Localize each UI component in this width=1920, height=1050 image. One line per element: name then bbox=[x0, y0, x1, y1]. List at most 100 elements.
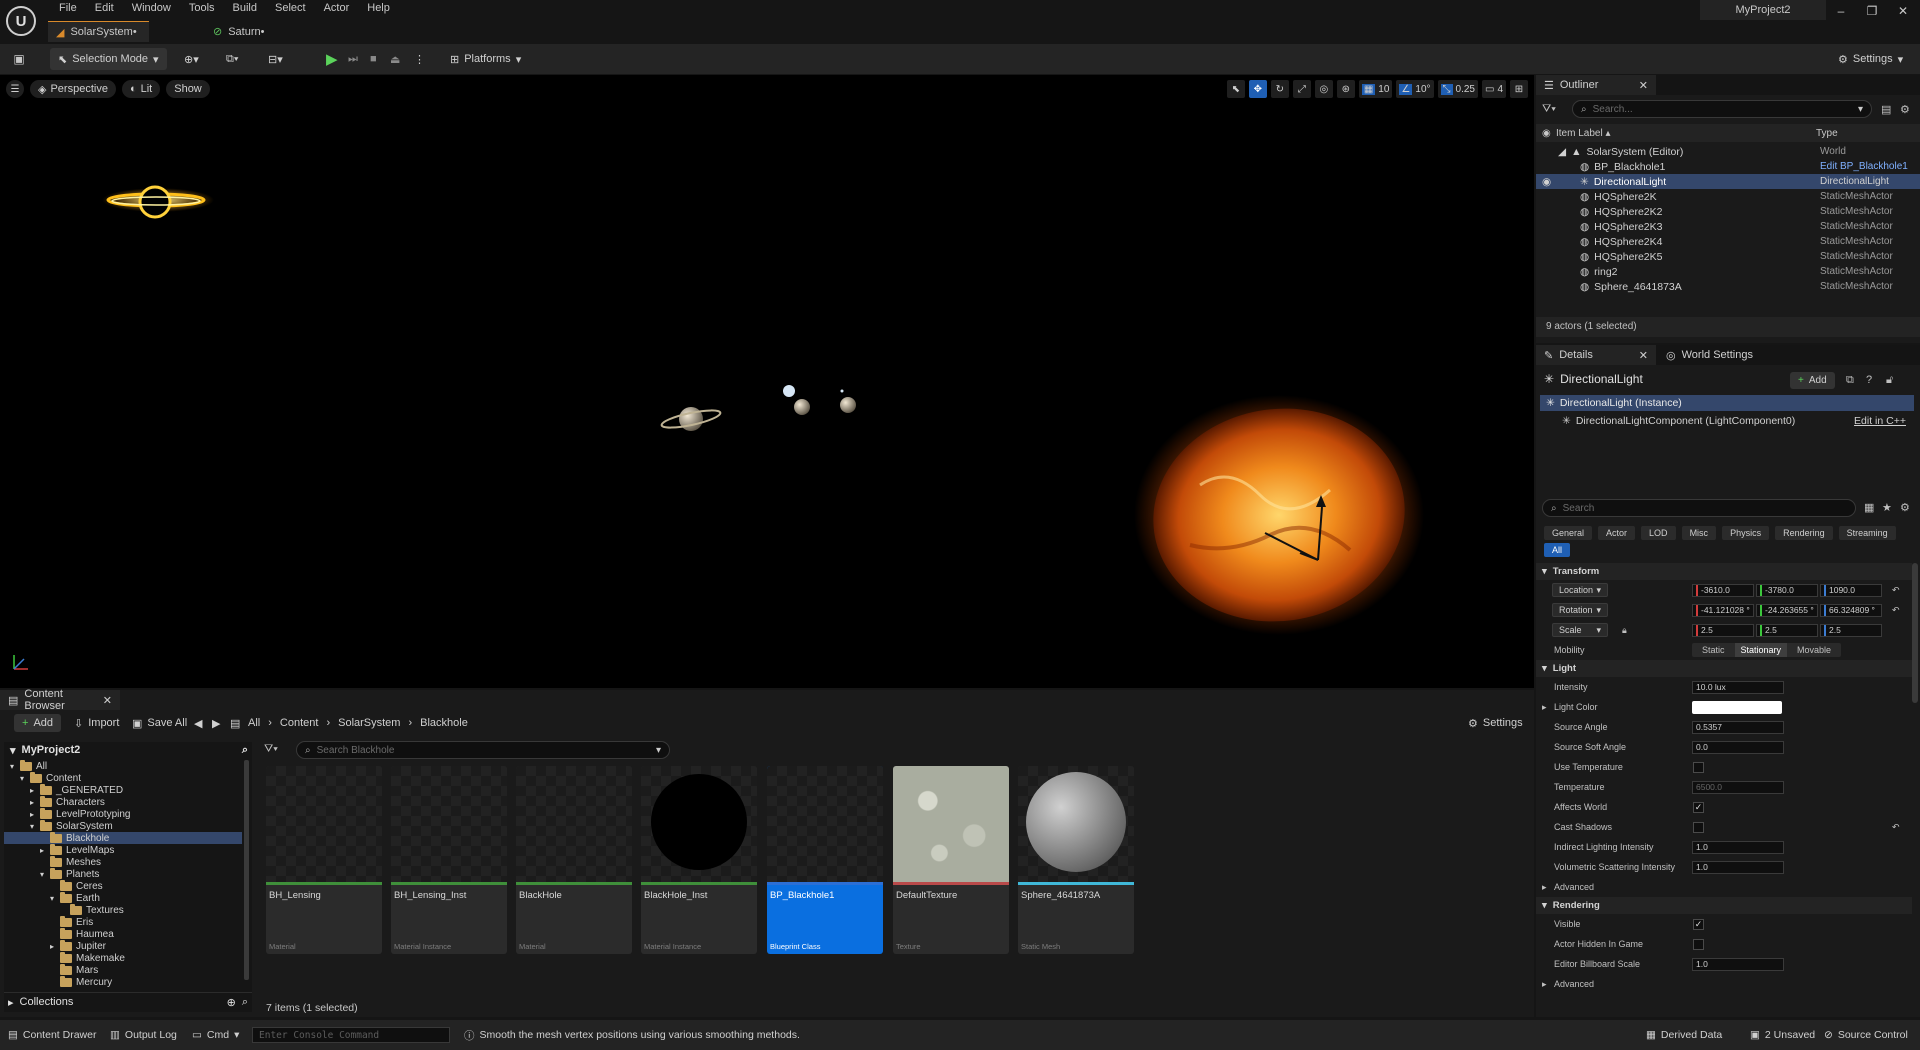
translate-tool-button[interactable]: ✥ bbox=[1248, 80, 1267, 98]
edit-blueprint-link[interactable]: Edit BP_Blackhole1 bbox=[1820, 161, 1908, 172]
console-input[interactable]: Enter Console Command bbox=[252, 1027, 450, 1043]
step-button[interactable]: ⏭ bbox=[348, 48, 358, 70]
close-window-button[interactable]: ✕ bbox=[1888, 0, 1918, 22]
source-angle-field[interactable]: 0.5357 bbox=[1692, 720, 1784, 734]
level-viewport[interactable]: ☰ ◈ Perspective ◐ Lit Show ⬉ ✥ ↻ ⤢ ◎ ⊛ ▦… bbox=[0, 75, 1534, 688]
world-local-button[interactable]: ◎ bbox=[1314, 80, 1333, 98]
rotation-x-field[interactable]: -41.121028 ° bbox=[1692, 603, 1754, 617]
maximize-button[interactable]: ❐ bbox=[1857, 0, 1887, 22]
reset-icon[interactable]: ↶ bbox=[1892, 585, 1900, 596]
add-folder-icon[interactable]: ▤ bbox=[1881, 103, 1891, 116]
saturn-actor[interactable] bbox=[660, 407, 722, 431]
lit-button[interactable]: ◐ Lit bbox=[121, 80, 161, 98]
tab-saturn[interactable]: ⊘ Saturn• bbox=[205, 21, 276, 42]
show-button[interactable]: Show bbox=[166, 80, 210, 98]
component-instance-row[interactable]: ✳ DirectionalLight (Instance) bbox=[1540, 395, 1914, 411]
output-log-button[interactable]: ▥ Output Log bbox=[104, 1025, 183, 1045]
asset-tile-bh-lensing[interactable]: BH_Lensing Material bbox=[266, 766, 382, 954]
blueprint-convert-icon[interactable]: ⧉ bbox=[1846, 374, 1854, 387]
intensity-field[interactable]: 10.0 lux bbox=[1692, 680, 1784, 694]
mobility-movable[interactable]: Movable bbox=[1787, 645, 1841, 655]
category-rendering[interactable]: Rendering bbox=[1775, 526, 1833, 540]
source-soft-angle-field[interactable]: 0.0 bbox=[1692, 740, 1784, 754]
category-physics[interactable]: Physics bbox=[1722, 526, 1770, 540]
menu-select[interactable]: Select bbox=[266, 0, 315, 16]
menu-window[interactable]: Window bbox=[123, 0, 180, 16]
location-x-field[interactable]: -3610.0 bbox=[1692, 583, 1754, 597]
rotation-z-field[interactable]: 66.324809 ° bbox=[1820, 603, 1882, 617]
category-actor[interactable]: Actor bbox=[1598, 526, 1636, 540]
blackhole-actor[interactable] bbox=[102, 185, 214, 219]
light-color-swatch[interactable] bbox=[1692, 700, 1782, 714]
stop-button[interactable]: ■ bbox=[370, 48, 377, 70]
scale-dropdown[interactable]: Scale ▾ bbox=[1552, 623, 1608, 637]
add-actor-button[interactable]: ⊕▾ bbox=[184, 48, 199, 70]
save-icon[interactable]: ▣ bbox=[11, 51, 27, 67]
tab-solarsystem[interactable]: ◢ SolarSystem• bbox=[48, 21, 149, 42]
surface-snap-button[interactable]: ⊛ bbox=[1336, 80, 1355, 98]
outliner-tab[interactable]: ☰ Outliner ✕ bbox=[1536, 75, 1656, 95]
lock-icon[interactable]: 🔓︎ bbox=[1886, 374, 1893, 387]
outliner-row-world[interactable]: ◢ ▲ SolarSystem (Editor) World bbox=[1536, 144, 1920, 159]
scale-y-field[interactable]: 2.5 bbox=[1756, 623, 1818, 637]
camera-speed-button[interactable]: ▭ 4 bbox=[1481, 80, 1506, 98]
mobility-static[interactable]: Static bbox=[1692, 645, 1735, 655]
affects-world-checkbox[interactable]: ✓ bbox=[1693, 801, 1704, 813]
asset-tile-bh-lensing-inst[interactable]: BH_Lensing_Inst Material Instance bbox=[391, 766, 507, 954]
settings-button[interactable]: ⚙ Settings ▾ bbox=[1838, 48, 1903, 70]
visible-checkbox[interactable]: ✓ bbox=[1693, 918, 1704, 930]
collections-row[interactable]: ▸ Collections ⊕ ⌕ bbox=[8, 993, 248, 1011]
outliner-row-bp-blackhole1[interactable]: ◍ BP_Blackhole1 Edit BP_Blackhole1 bbox=[1536, 159, 1920, 174]
temperature-field[interactable]: 6500.0 bbox=[1692, 780, 1784, 794]
sun-actor[interactable] bbox=[1134, 392, 1424, 637]
play-options-button[interactable]: ⋮ bbox=[414, 48, 425, 70]
unsaved-button[interactable]: ▣ 2 Unsaved bbox=[1744, 1025, 1821, 1045]
viewport-layout-button[interactable]: ⊞ bbox=[1510, 80, 1528, 98]
outliner-row-directionallight[interactable]: ◉ ✳ DirectionalLight DirectionalLight bbox=[1536, 174, 1920, 189]
asset-tile-sphere[interactable]: Sphere_4641873A Static Mesh bbox=[1018, 766, 1134, 954]
scale-snap-button[interactable]: ⤡ 0.25 bbox=[1437, 80, 1478, 98]
gear-icon[interactable]: ⚙ bbox=[1900, 103, 1910, 116]
blueprint-menu-button[interactable]: ⧉▾ bbox=[226, 48, 238, 70]
outliner-row-hqsphere2k4[interactable]: ◍ HQSphere2K4 StaticMeshActor bbox=[1536, 234, 1920, 249]
section-light[interactable]: ▾ Light bbox=[1536, 660, 1912, 677]
viewport-menu-button[interactable]: ☰ bbox=[6, 80, 24, 98]
scale-z-field[interactable]: 2.5 bbox=[1820, 623, 1882, 637]
grid-snap-button[interactable]: ▦ 10 bbox=[1358, 80, 1393, 98]
select-tool-button[interactable]: ⬉ bbox=[1226, 80, 1245, 98]
platforms-dropdown[interactable]: ⊞ Platforms ▾ bbox=[450, 48, 521, 70]
play-button[interactable]: ▶ bbox=[326, 48, 338, 70]
perspective-button[interactable]: ◈ Perspective bbox=[30, 80, 116, 98]
eject-button[interactable]: ⏏ bbox=[390, 48, 400, 70]
content-drawer-button[interactable]: ▤ Content Drawer bbox=[2, 1025, 102, 1045]
menu-actor[interactable]: Actor bbox=[315, 0, 359, 16]
add-component-button[interactable]: + Add bbox=[1790, 372, 1835, 389]
asset-tile-defaulttexture[interactable]: DefaultTexture Texture bbox=[893, 766, 1009, 954]
menu-file[interactable]: File bbox=[50, 0, 86, 16]
rotation-dropdown[interactable]: Rotation ▾ bbox=[1552, 603, 1608, 617]
filter-button[interactable]: ⛛▾ bbox=[1542, 103, 1556, 116]
edit-cpp-link[interactable]: Edit in C++ bbox=[1854, 415, 1906, 427]
outliner-row-sphere[interactable]: ◍ Sphere_4641873A StaticMeshActor bbox=[1536, 279, 1920, 294]
menu-edit[interactable]: Edit bbox=[86, 0, 123, 16]
asset-tile-blackhole[interactable]: BlackHole Material bbox=[516, 766, 632, 954]
category-misc[interactable]: Misc bbox=[1681, 526, 1717, 540]
outliner-row-hqsphere2k2[interactable]: ◍ HQSphere2K2 StaticMeshActor bbox=[1536, 204, 1920, 219]
scale-x-field[interactable]: 2.5 bbox=[1692, 623, 1754, 637]
use-temperature-checkbox[interactable] bbox=[1693, 761, 1704, 773]
rendering-advanced-row[interactable]: ▸ Advanced bbox=[1536, 974, 1912, 994]
gear-icon[interactable]: ⚙ bbox=[1900, 501, 1910, 514]
mobility-stationary[interactable]: Stationary bbox=[1734, 643, 1788, 657]
outliner-row-hqsphere2k5[interactable]: ◍ HQSphere2K5 StaticMeshActor bbox=[1536, 249, 1920, 264]
hidden-in-game-checkbox[interactable] bbox=[1693, 938, 1704, 950]
menu-build[interactable]: Build bbox=[224, 0, 266, 16]
asset-tile-bp-blackhole1[interactable]: BP_Blackhole1 Blueprint Class bbox=[767, 766, 883, 954]
light-advanced-row[interactable]: ▸ Advanced bbox=[1536, 877, 1912, 897]
selection-mode-dropdown[interactable]: ⬉ Selection Mode ▾ bbox=[50, 48, 167, 70]
derived-data-button[interactable]: ▦ Derived Data bbox=[1640, 1025, 1728, 1045]
moon-actor[interactable] bbox=[840, 389, 856, 414]
component-row[interactable]: ✳ DirectionalLightComponent (LightCompon… bbox=[1540, 413, 1914, 429]
earth-actor[interactable] bbox=[783, 385, 810, 415]
minimize-button[interactable]: – bbox=[1826, 0, 1856, 22]
visibility-eye-icon[interactable]: ◉ bbox=[1542, 176, 1551, 188]
